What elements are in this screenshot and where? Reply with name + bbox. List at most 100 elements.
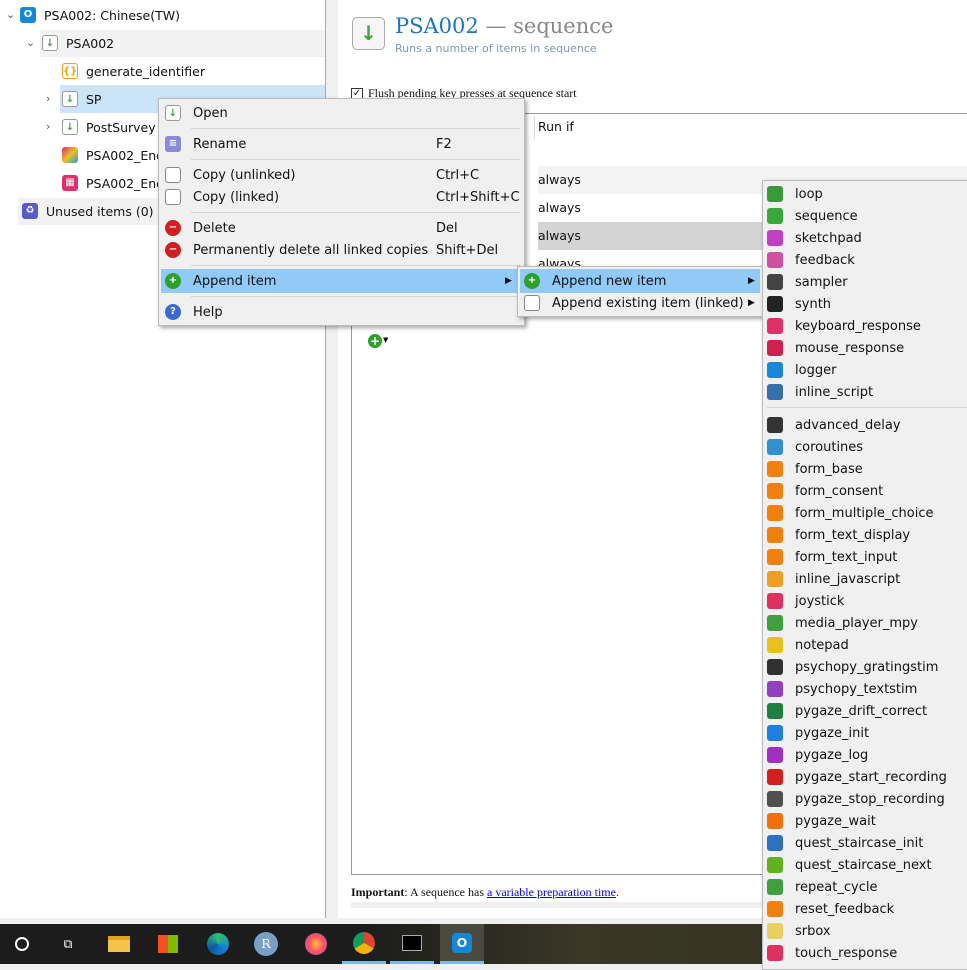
- menu-item-help[interactable]: ? Help: [161, 300, 522, 324]
- terminal-icon[interactable]: [390, 924, 434, 964]
- menu-item-sequence[interactable]: sequence: [767, 205, 858, 227]
- menu-item-media-player-mpy[interactable]: media_player_mpy: [767, 612, 918, 634]
- menu-item-pygaze-log[interactable]: pygaze_log: [767, 744, 868, 766]
- delete-icon: −: [165, 242, 181, 258]
- page-subtitle: Runs a number of items in sequence: [395, 42, 597, 55]
- tree-item-psa002[interactable]: ↓ PSA002: [42, 30, 114, 56]
- psychopy-gratingstim-icon: [767, 659, 783, 675]
- quest-staircase-init-icon: [767, 835, 783, 851]
- menu-item-append-new[interactable]: + Append new item ▶: [520, 269, 760, 293]
- menu-item-psychopy-textstim[interactable]: psychopy_textstim: [767, 678, 917, 700]
- menu-item-pygaze-drift-correct[interactable]: pygaze_drift_correct: [767, 700, 927, 722]
- file-explorer-icon[interactable]: [97, 924, 141, 964]
- menu-item-rename[interactable]: ≡ Rename F2: [161, 132, 522, 156]
- open-icon: ↓: [165, 105, 181, 121]
- copy-icon: [165, 167, 181, 183]
- menu-item-append-item[interactable]: + Append item ▶: [161, 269, 522, 293]
- menu-item-pygaze-init[interactable]: pygaze_init: [767, 722, 869, 744]
- menu-item-sampler[interactable]: sampler: [767, 271, 848, 293]
- help-icon: ?: [165, 304, 181, 320]
- tree-item-unused[interactable]: ♻ Unused items (0): [22, 198, 154, 224]
- menu-item-copy-linked[interactable]: Copy (linked) Ctrl+Shift+C: [161, 185, 522, 209]
- menu-item-pygaze-start-recording[interactable]: pygaze_start_recording: [767, 766, 947, 788]
- menu-item-form-base[interactable]: form_base: [767, 458, 863, 480]
- menu-item-form-consent[interactable]: form_consent: [767, 480, 883, 502]
- menu-item-srbox[interactable]: srbox: [767, 920, 831, 942]
- opensesame-icon: O: [20, 7, 36, 23]
- form-text-display-icon: [767, 527, 783, 543]
- column-header-run-if[interactable]: Run if: [538, 119, 574, 134]
- chevron-right-icon[interactable]: ›: [46, 92, 50, 105]
- menu-item-coroutines[interactable]: coroutines: [767, 436, 863, 458]
- menu-item-append-existing[interactable]: Append existing item (linked) ▶: [520, 291, 760, 315]
- tree-item-psa002-end-keyboard[interactable]: ▦ PSA002_End_: [62, 170, 170, 196]
- r-icon[interactable]: R: [244, 924, 288, 964]
- item-type-menu: loop sequence sketchpad feedback sampler synt…: [762, 180, 967, 970]
- feedback-icon: [767, 252, 783, 268]
- menu-item-inline-script[interactable]: inline_script: [767, 381, 873, 403]
- menu-item-form-text-input[interactable]: form_text_input: [767, 546, 897, 568]
- tree-item-postsurvey[interactable]: ↓ PostSurvey: [62, 114, 156, 140]
- submenu-arrow-icon: ▶: [505, 276, 512, 286]
- page-title[interactable]: PSA002 — sequence: [395, 14, 613, 38]
- sketchpad-icon: [767, 230, 783, 246]
- sequence-icon: ↓: [352, 17, 385, 50]
- pygaze-log-icon: [767, 747, 783, 763]
- chevron-down-icon[interactable]: ⌄: [26, 36, 35, 49]
- menu-item-quest-staircase-next[interactable]: quest_staircase_next: [767, 854, 932, 876]
- inline-javascript-icon: {}: [62, 63, 78, 79]
- menu-item-delete[interactable]: − Delete Del: [161, 216, 522, 240]
- important-note: Important: A sequence has a variable pre…: [351, 885, 619, 899]
- psychopy-textstim-icon: [767, 681, 783, 697]
- logger-icon: [767, 362, 783, 378]
- touch-response-icon: [767, 945, 783, 961]
- copy-icon: [524, 295, 540, 311]
- context-menu: ↓ Open ≡ Rename F2 Copy (unlinked) Ctrl+C Co…: [158, 98, 525, 326]
- menu-item-advanced-delay[interactable]: advanced_delay: [767, 414, 901, 436]
- menu-item-psychopy-gratingstim[interactable]: psychopy_gratingstim: [767, 656, 938, 678]
- store-icon[interactable]: [146, 924, 190, 964]
- tree-item-generate-identifier[interactable]: {} generate_identifier: [62, 58, 205, 84]
- menu-item-logger[interactable]: logger: [767, 359, 836, 381]
- task-view-icon[interactable]: ⧉: [46, 924, 90, 964]
- menu-item-reset-feedback[interactable]: reset_feedback: [767, 898, 894, 920]
- chrome-icon[interactable]: [342, 924, 386, 964]
- menu-item-mouse-response[interactable]: mouse_response: [767, 337, 904, 359]
- preparation-time-link[interactable]: a variable preparation time: [487, 885, 616, 899]
- edge-icon[interactable]: [196, 924, 240, 964]
- tree-item-sp[interactable]: ↓ SP: [62, 86, 101, 112]
- pygaze-start-recording-icon: [767, 769, 783, 785]
- inline-javascript-icon: [767, 571, 783, 587]
- menu-item-pygaze-wait[interactable]: pygaze_wait: [767, 810, 876, 832]
- menu-item-permanently-delete[interactable]: − Permanently delete all linked copies Shi…: [161, 238, 522, 262]
- add-item-icon[interactable]: +: [368, 334, 382, 348]
- dropdown-arrow-icon[interactable]: ▼: [383, 336, 388, 344]
- menu-item-feedback[interactable]: feedback: [767, 249, 855, 271]
- menu-item-inline-javascript[interactable]: inline_javascript: [767, 568, 900, 590]
- chevron-right-icon[interactable]: ›: [46, 120, 50, 133]
- menu-item-joystick[interactable]: joystick: [767, 590, 844, 612]
- menu-item-synth[interactable]: synth: [767, 293, 831, 315]
- chevron-down-icon[interactable]: ⌄: [6, 8, 15, 21]
- menu-item-copy-unlinked[interactable]: Copy (unlinked) Ctrl+C: [161, 163, 522, 187]
- menu-item-form-multiple-choice[interactable]: form_multiple_choice: [767, 502, 934, 524]
- menu-item-open[interactable]: ↓ Open: [161, 101, 522, 125]
- menu-item-loop[interactable]: loop: [767, 183, 823, 205]
- menu-item-keyboard-response[interactable]: keyboard_response: [767, 315, 921, 337]
- joystick-icon: [767, 593, 783, 609]
- add-icon: +: [524, 273, 540, 289]
- menu-item-quest-staircase-init[interactable]: quest_staircase_init: [767, 832, 923, 854]
- tree-item-experiment[interactable]: O PSA002: Chinese(TW): [20, 2, 180, 28]
- menu-item-pygaze-stop-recording[interactable]: pygaze_stop_recording: [767, 788, 945, 810]
- opensesame-icon[interactable]: O: [440, 924, 484, 964]
- menu-item-touch-response[interactable]: touch_response: [767, 942, 897, 964]
- cortana-icon[interactable]: [0, 924, 44, 964]
- add-icon: +: [165, 273, 181, 289]
- menu-item-repeat-cycle[interactable]: repeat_cycle: [767, 876, 877, 898]
- tree-item-psa002-end[interactable]: PSA002_End: [62, 142, 164, 168]
- menu-item-notepad[interactable]: notepad: [767, 634, 849, 656]
- menu-item-sketchpad[interactable]: sketchpad: [767, 227, 862, 249]
- repeat-cycle-icon: [767, 879, 783, 895]
- menu-item-form-text-display[interactable]: form_text_display: [767, 524, 910, 546]
- firefox-icon[interactable]: [294, 924, 338, 964]
